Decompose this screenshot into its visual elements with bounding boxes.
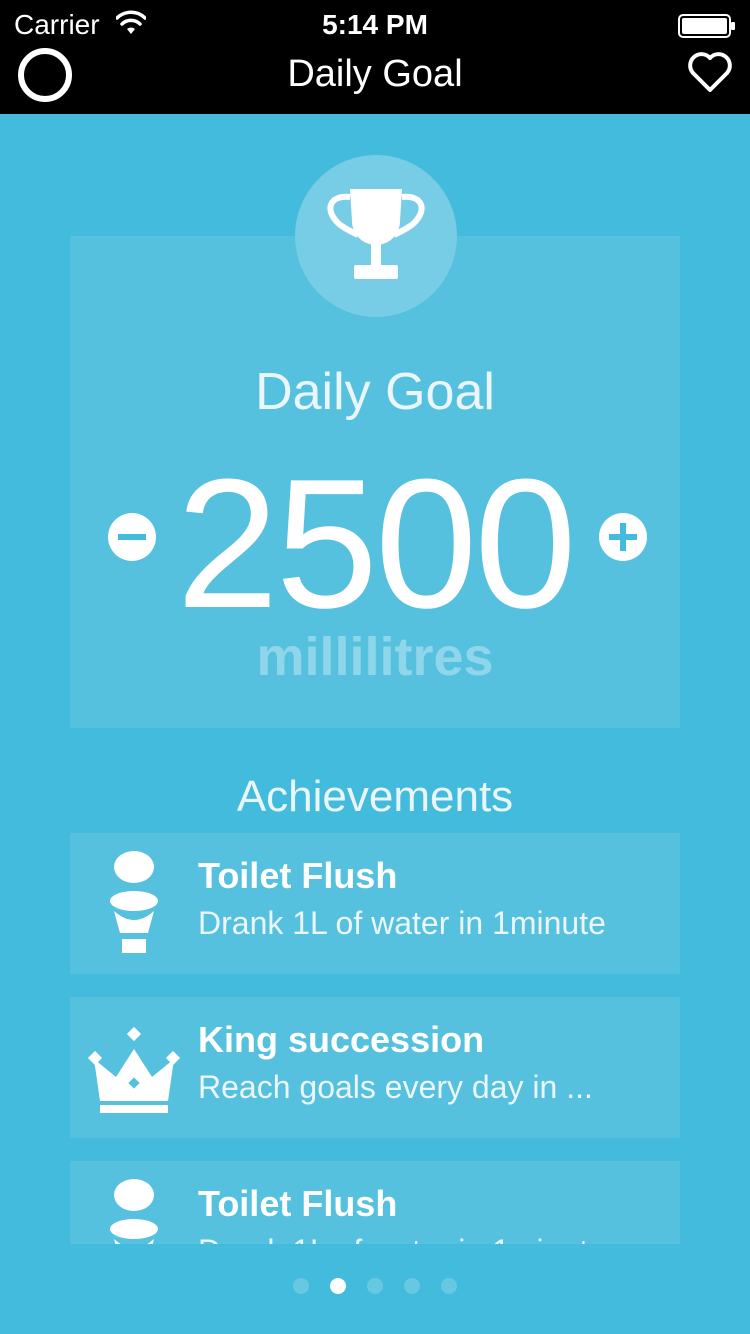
page-dot[interactable] xyxy=(330,1278,346,1294)
achievements-title: Achievements xyxy=(236,772,514,821)
goal-label: Daily Goal xyxy=(255,363,495,421)
status-time: 5:14 PM xyxy=(322,9,428,40)
achievement-item[interactable]: Toilet Flush Drank 1L of water in 1minut… xyxy=(70,1161,680,1244)
toilet-icon xyxy=(110,851,158,953)
increase-goal-button[interactable] xyxy=(599,513,647,561)
achievement-name: Toilet Flush xyxy=(198,1183,398,1224)
achievements-list[interactable]: Toilet Flush Drank 1L of water in 1minut… xyxy=(0,833,750,1244)
page-dot[interactable] xyxy=(404,1278,420,1294)
page-dot[interactable] xyxy=(441,1278,457,1294)
trophy-badge xyxy=(295,155,457,317)
achievement-description: Drank 1L of water in 1minute xyxy=(198,905,606,941)
decrease-goal-button[interactable] xyxy=(108,513,156,561)
battery-icon xyxy=(678,14,735,38)
achievement-item[interactable]: King succession Reach goals every day in… xyxy=(70,997,680,1138)
achievement-name: Toilet Flush xyxy=(198,855,398,896)
achievement-description: Reach goals every day in ... xyxy=(198,1069,593,1105)
nav-title: Daily Goal xyxy=(287,53,463,95)
page-dot[interactable] xyxy=(293,1278,309,1294)
top-bar: Carrier 5:14 PM Daily Goal xyxy=(0,0,750,114)
goal-value: 2500 xyxy=(176,440,576,646)
heart-icon[interactable] xyxy=(686,50,734,94)
achievement-description: Drank 1L of water in 1minute xyxy=(198,1231,606,1244)
toilet-icon xyxy=(110,1179,158,1244)
achievement-name: King succession xyxy=(198,1019,485,1060)
crown-icon xyxy=(87,1026,181,1113)
page-dot[interactable] xyxy=(367,1278,383,1294)
page-indicator[interactable] xyxy=(0,1278,750,1294)
achievement-item[interactable]: Toilet Flush Drank 1L of water in 1minut… xyxy=(70,833,680,974)
trophy-icon xyxy=(327,189,425,279)
goal-unit: millilitres xyxy=(256,627,494,687)
